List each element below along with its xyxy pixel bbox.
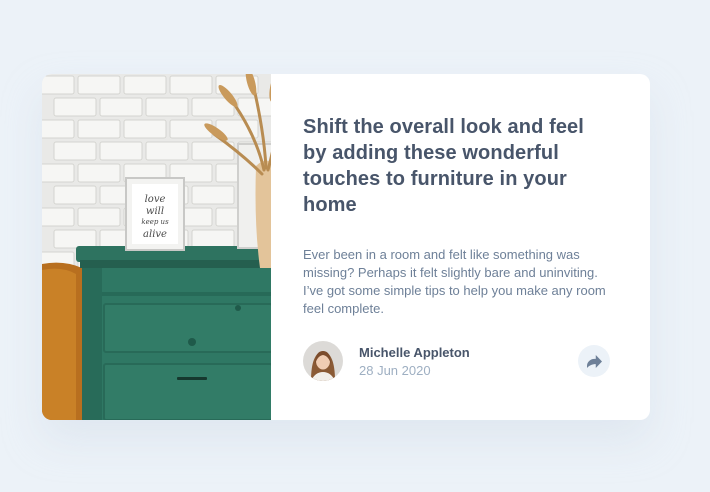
frame-quote-line: alive bbox=[143, 229, 167, 240]
share-icon bbox=[586, 354, 602, 368]
share-button[interactable] bbox=[578, 345, 610, 377]
author-avatar bbox=[303, 341, 343, 381]
article-title[interactable]: Shift the overall look and feel by addin… bbox=[303, 114, 603, 218]
author-meta: Michelle Appleton 28 Jun 2020 bbox=[359, 344, 578, 379]
article-description: Ever been in a room and felt like someth… bbox=[303, 247, 606, 316]
publish-date: 28 Jun 2020 bbox=[359, 362, 431, 378]
frame-quote-line: keep us bbox=[141, 218, 169, 226]
drawers-illustration: love will keep us alive bbox=[42, 74, 271, 420]
author-name: Michelle Appleton bbox=[359, 344, 470, 360]
article-card: love will keep us alive Shift the overal… bbox=[42, 74, 650, 420]
avatar-image bbox=[303, 341, 343, 381]
author-row: Michelle Appleton 28 Jun 2020 bbox=[303, 340, 610, 382]
frame-quote-line: will bbox=[146, 206, 164, 217]
article-content: Shift the overall look and feel by addin… bbox=[271, 74, 650, 420]
frame-quote-line: love bbox=[145, 194, 166, 205]
article-image: love will keep us alive bbox=[42, 74, 271, 420]
